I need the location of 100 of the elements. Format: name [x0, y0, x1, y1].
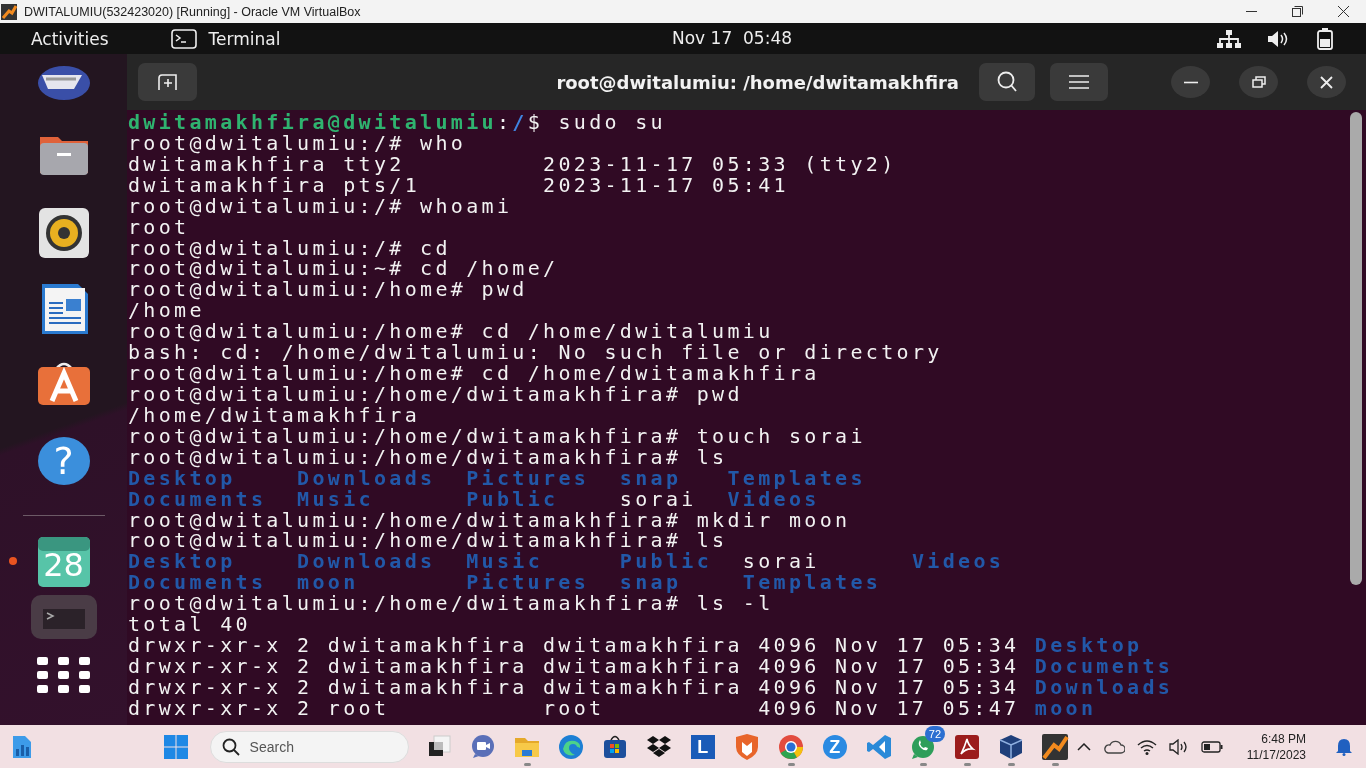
grid-icon — [37, 657, 90, 693]
listing-field: drwxr-xr-x — [128, 635, 282, 656]
question-mark: ? — [53, 442, 74, 480]
listing-field: 4096 — [758, 635, 820, 656]
chevron-up-icon[interactable] — [1076, 742, 1091, 751]
minimize-button[interactable] — [1171, 66, 1210, 98]
angle-ribbon-icon[interactable] — [864, 732, 893, 761]
listing-field: 2 — [297, 697, 313, 719]
search-bar[interactable]: Search — [209, 730, 409, 763]
listing-field: dwitamakhfira — [543, 676, 743, 698]
logo-letter: L — [697, 737, 709, 756]
taskbar-clock[interactable]: 6:48 PM 11/17/2023 — [1246, 730, 1306, 763]
listing-field: Nov — [835, 655, 882, 677]
terminal-line: dwitamakhfira pts/1 2023-11-17 05:41 — [128, 174, 789, 196]
listing-field: dwitamakhfira — [327, 655, 528, 677]
directory-name: Pictures — [466, 467, 590, 489]
terminal-line: root@dwitalumiu:/home/dwitamakhfira# ls — [128, 530, 728, 552]
listing-field: root — [327, 697, 390, 719]
logo-letter: Z — [829, 737, 841, 756]
terminal-line: root@dwitalumiu:/home# cd /home/dwitalumiu — [128, 321, 774, 343]
activities-button[interactable]: Activities — [31, 28, 109, 49]
directory-name: moon — [297, 572, 359, 594]
terminal-line: dwitamakhfira tty2 2023-11-17 05:33 (tty2) — [128, 153, 897, 175]
listing-field: 2 — [297, 655, 313, 677]
cloud-icon[interactable] — [1102, 739, 1125, 754]
directory-name: Music — [297, 488, 374, 510]
directory-name: Templates — [742, 572, 882, 594]
app-menu[interactable]: Terminal — [170, 28, 281, 49]
listing-field: 4096 — [758, 676, 820, 698]
terminal-line: root@dwitalumiu:/home# cd /home/dwitamakhfira — [128, 363, 820, 384]
curl-mark-icon[interactable] — [952, 732, 981, 761]
app-icon — [0, 2, 18, 21]
listing-field: root — [543, 697, 605, 719]
terminal-line: root@dwitalumiu:~# cd /home/ — [128, 258, 559, 280]
search-icon — [996, 71, 1018, 93]
file-name: sorai — [619, 488, 697, 510]
directory-name: Templates — [727, 467, 866, 489]
listing-field: dwitamakhfira — [543, 655, 743, 677]
letter-tile-icon[interactable] — [688, 732, 717, 761]
app-window-icon[interactable] — [1040, 732, 1069, 761]
listing-field: 4096 — [758, 655, 820, 677]
restore-button[interactable] — [1239, 66, 1278, 98]
new-tab-button[interactable] — [138, 63, 197, 101]
battery-icon[interactable] — [1317, 27, 1333, 50]
directory-name: Music — [466, 551, 543, 573]
wifi-icon[interactable] — [1136, 738, 1157, 755]
terminal-icon — [170, 28, 197, 49]
clock-date: 11/17/2023 — [1246, 746, 1306, 763]
terminal-line: root@dwitalumiu:/home# pwd — [128, 279, 528, 301]
battery-icon[interactable] — [1200, 740, 1223, 753]
close-button[interactable] — [1307, 66, 1346, 98]
directory-name: Desktop — [1034, 635, 1143, 656]
directory-name: Videos — [727, 488, 820, 510]
menu-icon — [1069, 75, 1089, 89]
directory-name: Downloads — [1034, 676, 1174, 698]
ring-icon[interactable] — [776, 732, 805, 761]
listing-field: 05:34 — [942, 676, 1020, 698]
chart-icon — [11, 734, 33, 759]
listing-field: drwxr-xr-x — [128, 697, 282, 719]
listing-field: drwxr-xr-x — [128, 655, 282, 677]
search-icon — [221, 737, 240, 756]
volume-icon[interactable] — [1168, 738, 1189, 755]
listing-field: 17 — [896, 655, 928, 677]
bell-icon[interactable] — [1336, 737, 1352, 756]
directory-name: moon — [1034, 697, 1097, 719]
search-button[interactable] — [979, 63, 1035, 101]
listing-field: dwitamakhfira — [543, 635, 743, 656]
listing-field: 05:47 — [942, 697, 1020, 719]
listing-field: dwitamakhfira — [327, 676, 528, 698]
swirl-icon[interactable] — [556, 732, 585, 761]
window-title: DWITALUMIU(532423020) [Running] - Oracle VM VirtualBox — [24, 4, 361, 19]
terminal-line: root@dwitalumiu:/home/dwitamakhfira# touch sorai — [128, 425, 866, 447]
menu-button[interactable] — [1050, 63, 1108, 101]
four-squares-icon — [163, 734, 188, 759]
minimize-icon — [1183, 80, 1198, 84]
directory-name: Desktop — [128, 467, 236, 489]
network-icon[interactable] — [1217, 29, 1241, 48]
letter-circle-icon[interactable] — [820, 732, 849, 761]
directory-name: snap — [619, 467, 682, 489]
directory-name: Documents — [1034, 655, 1174, 677]
close-icon — [1320, 75, 1333, 89]
directory-name: Videos — [911, 551, 1005, 573]
clock-time: 6:48 PM — [1261, 730, 1306, 747]
terminal-line: dwitamakhfira@dwitalumiu:/$ sudo su — [128, 112, 666, 133]
listing-field: dwitamakhfira — [327, 635, 528, 656]
restore-icon — [1251, 76, 1266, 88]
calendar-day: 28 — [43, 549, 84, 582]
new-tab-icon — [155, 73, 180, 91]
listing-field: 4096 — [758, 697, 820, 719]
terminal-line: root@dwitalumiu:/# cd — [128, 237, 451, 259]
file-name: sorai — [742, 551, 820, 573]
search-input[interactable]: Search — [249, 738, 400, 755]
terminal-line: root@dwitalumiu:/home/dwitamakhfira# ls -l — [128, 593, 774, 615]
directory-name: Desktop — [128, 551, 236, 573]
clock[interactable]: Nov 17 05:48 — [672, 28, 792, 48]
listing-field: Nov — [835, 635, 882, 656]
terminal-line: total 40 — [128, 614, 251, 636]
terminal-line: root — [128, 216, 190, 238]
notification-badge: 72 — [924, 726, 946, 742]
directory-name: Public — [619, 551, 713, 573]
